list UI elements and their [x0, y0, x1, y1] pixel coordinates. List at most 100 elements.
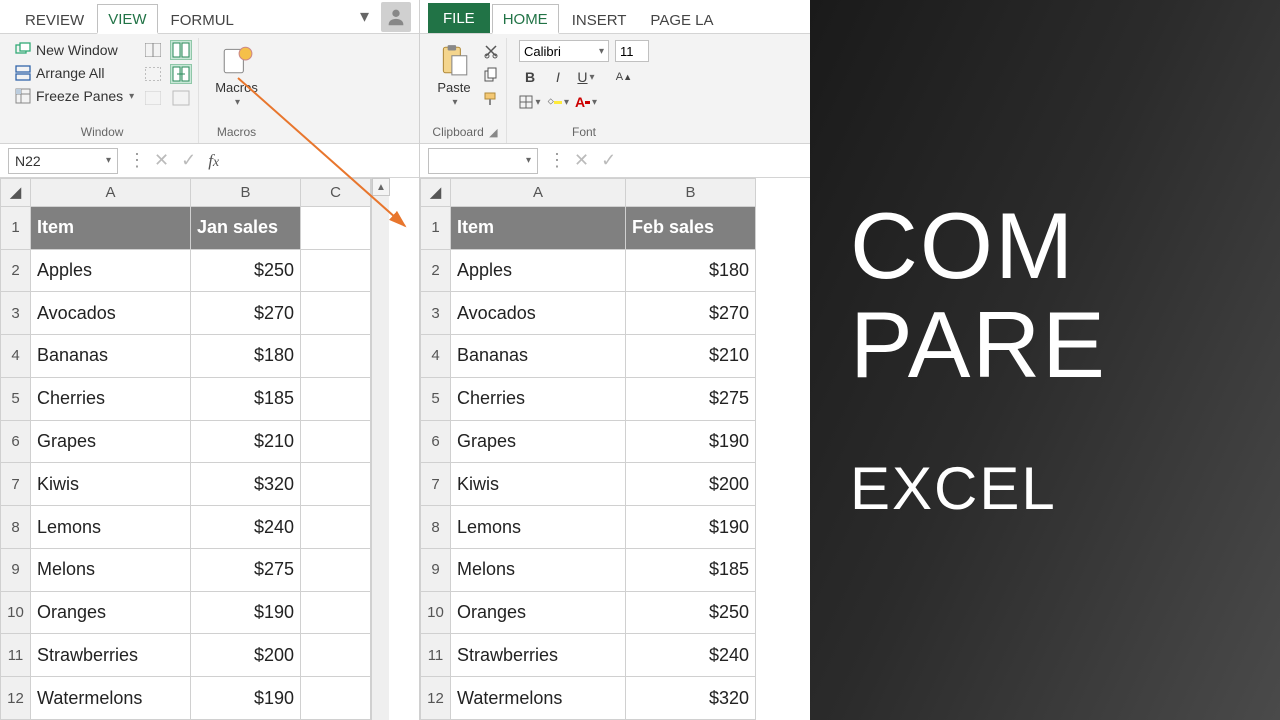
italic-button[interactable]: I [547, 67, 569, 87]
header-sales[interactable]: Feb sales [626, 206, 756, 249]
cell-val[interactable]: $320 [626, 677, 756, 720]
cell-val[interactable]: $200 [191, 634, 301, 677]
underline-button[interactable]: U▾ [575, 67, 597, 87]
col-header-a[interactable]: A [451, 179, 626, 207]
reset-window-button[interactable] [170, 88, 192, 108]
row-header[interactable]: 12 [1, 677, 31, 720]
arrange-all-button[interactable]: Arrange All [12, 63, 136, 83]
cell-item[interactable]: Melons [451, 548, 626, 591]
cell[interactable] [301, 377, 371, 420]
cell-item[interactable]: Apples [31, 249, 191, 292]
split-button[interactable] [142, 40, 164, 60]
cell[interactable] [301, 591, 371, 634]
cut-icon[interactable] [482, 42, 500, 60]
tab-page-layout[interactable]: PAGE LA [639, 5, 724, 33]
tab-insert[interactable]: INSERT [561, 5, 638, 33]
unhide-button[interactable] [142, 88, 164, 108]
row-header[interactable]: 6 [421, 420, 451, 463]
cell-item[interactable]: Watermelons [451, 677, 626, 720]
paste-button[interactable]: Paste▾ [432, 40, 476, 110]
cell-val[interactable]: $250 [191, 249, 301, 292]
cell-val[interactable]: $250 [626, 591, 756, 634]
cell[interactable] [301, 335, 371, 378]
borders-button[interactable]: ▾ [519, 92, 541, 112]
worksheet-grid-left[interactable]: ◢ A B C 1ItemJan sales 2Apples$250 3Avoc… [0, 178, 371, 720]
cell-item[interactable]: Apples [451, 249, 626, 292]
select-all-corner[interactable]: ◢ [421, 179, 451, 207]
row-header[interactable]: 8 [1, 506, 31, 549]
cell-val[interactable]: $275 [191, 548, 301, 591]
col-header-a[interactable]: A [31, 179, 191, 207]
cell-val[interactable]: $240 [191, 506, 301, 549]
cell-item[interactable]: Oranges [451, 591, 626, 634]
macros-button[interactable]: Macros ▾ [211, 40, 262, 110]
cancel-formula-icon[interactable]: ✕ [574, 150, 589, 171]
cell-item[interactable]: Bananas [31, 335, 191, 378]
col-header-b[interactable]: B [191, 179, 301, 207]
tab-file[interactable]: FILE [428, 3, 490, 33]
enter-formula-icon[interactable]: ✓ [181, 150, 196, 171]
sync-scrolling-button[interactable] [170, 64, 192, 84]
select-all-corner[interactable]: ◢ [1, 179, 31, 207]
format-painter-icon[interactable] [482, 90, 500, 108]
font-size-select[interactable]: 11 [615, 40, 649, 62]
cell[interactable] [301, 677, 371, 720]
fx-icon[interactable]: fx [208, 151, 219, 171]
cell-val[interactable]: $200 [626, 463, 756, 506]
worksheet-grid-right[interactable]: ◢ A B 1ItemFeb sales 2Apples$180 3Avocad… [420, 178, 756, 720]
header-item[interactable]: Item [451, 206, 626, 249]
scroll-up-icon[interactable]: ▲ [372, 178, 390, 196]
row-header[interactable]: 10 [1, 591, 31, 634]
cell-val[interactable]: $190 [191, 591, 301, 634]
row-header[interactable]: 4 [1, 335, 31, 378]
tab-review[interactable]: REVIEW [14, 5, 95, 33]
cell[interactable] [301, 206, 371, 249]
name-box-left[interactable]: N22▾ [8, 148, 118, 174]
row-header[interactable]: 5 [421, 377, 451, 420]
cell[interactable] [301, 249, 371, 292]
col-header-b[interactable]: B [626, 179, 756, 207]
user-avatar-icon[interactable] [381, 2, 411, 32]
cell[interactable] [301, 463, 371, 506]
header-item[interactable]: Item [31, 206, 191, 249]
cell-item[interactable]: Grapes [451, 420, 626, 463]
row-header[interactable]: 7 [1, 463, 31, 506]
tab-formulas[interactable]: FORMUL [160, 5, 245, 33]
row-header[interactable]: 5 [1, 377, 31, 420]
cell-item[interactable]: Lemons [31, 506, 191, 549]
row-header[interactable]: 10 [421, 591, 451, 634]
cell[interactable] [301, 634, 371, 677]
row-header[interactable]: 12 [421, 677, 451, 720]
row-header[interactable]: 4 [421, 335, 451, 378]
cell-val[interactable]: $240 [626, 634, 756, 677]
dialog-launcher-icon[interactable]: ◢ [487, 127, 499, 139]
tab-home[interactable]: HOME [492, 4, 559, 34]
cancel-formula-icon[interactable]: ✕ [154, 150, 169, 171]
freeze-panes-button[interactable]: Freeze Panes▾ [12, 86, 136, 106]
cell[interactable] [301, 292, 371, 335]
header-sales[interactable]: Jan sales [191, 206, 301, 249]
view-side-by-side-button[interactable] [170, 40, 192, 60]
hide-button[interactable] [142, 64, 164, 84]
cell-val[interactable]: $185 [626, 548, 756, 591]
col-header-c[interactable]: C [301, 179, 371, 207]
cell-item[interactable]: Melons [31, 548, 191, 591]
copy-icon[interactable] [482, 66, 500, 84]
bold-button[interactable]: B [519, 67, 541, 87]
row-header[interactable]: 3 [1, 292, 31, 335]
cell-val[interactable]: $180 [191, 335, 301, 378]
row-header[interactable]: 3 [421, 292, 451, 335]
cell-val[interactable]: $270 [626, 292, 756, 335]
cell-item[interactable]: Kiwis [31, 463, 191, 506]
row-header[interactable]: 1 [421, 206, 451, 249]
cell-val[interactable]: $190 [626, 506, 756, 549]
vertical-scrollbar[interactable]: ▲ [371, 178, 389, 720]
cell-val[interactable]: $190 [191, 677, 301, 720]
cell-item[interactable]: Lemons [451, 506, 626, 549]
cell[interactable] [301, 420, 371, 463]
new-window-button[interactable]: New Window [12, 40, 136, 60]
cell-val[interactable]: $270 [191, 292, 301, 335]
cell-item[interactable]: Avocados [451, 292, 626, 335]
enter-formula-icon[interactable]: ✓ [601, 150, 616, 171]
row-header[interactable]: 6 [1, 420, 31, 463]
